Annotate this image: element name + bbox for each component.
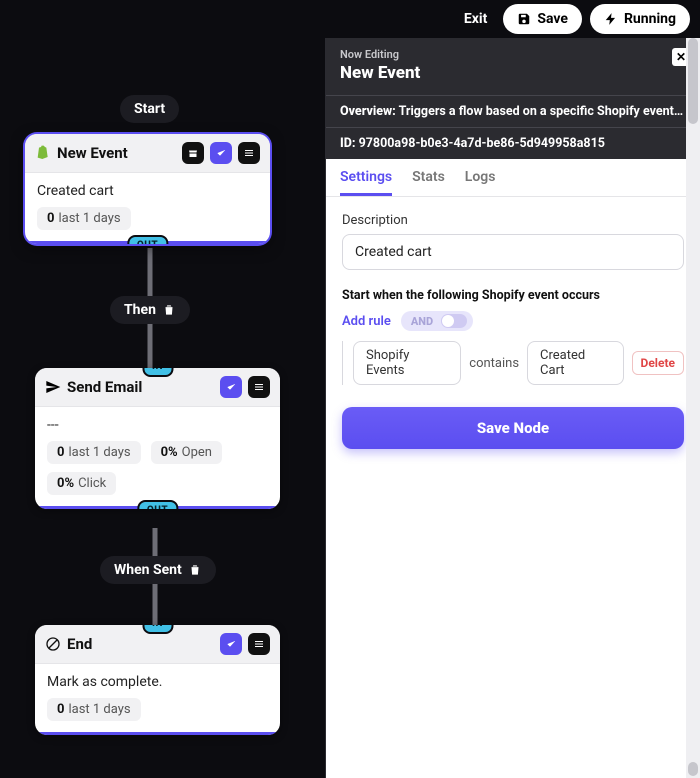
scroll-thumb[interactable] — [688, 38, 698, 124]
scrollbar[interactable] — [686, 38, 700, 778]
node-action-shop-icon[interactable] — [182, 142, 204, 164]
andor-label: AND — [411, 315, 433, 328]
port-out[interactable]: Out — [127, 235, 168, 244]
node-header: New Event — [25, 134, 270, 173]
node-metric: 0%Click — [47, 472, 116, 495]
description-label: Description — [342, 213, 684, 228]
tab-stats[interactable]: Stats — [412, 169, 445, 196]
node-action-menu-icon[interactable] — [248, 376, 270, 398]
node-new-event[interactable]: New Event Created cart 0last 1 days Out — [25, 134, 270, 244]
panel-header: Now Editing New Event ✕ — [326, 38, 700, 95]
node-action-check-icon[interactable] — [220, 633, 242, 655]
rule-field-select[interactable]: Shopify Events — [353, 341, 461, 385]
port-in[interactable]: In — [142, 625, 173, 634]
node-end[interactable]: In End Mark as complete. 0last 1 days — [35, 625, 280, 735]
panel-tabs: Settings Stats Logs — [326, 159, 700, 197]
save-button-label: Save — [537, 11, 568, 27]
panel-subtitle: Now Editing — [340, 48, 686, 61]
node-description: --- — [47, 417, 268, 433]
panel-id-value: 97800a98-b0e3-4a7d-be86-5d949958a815 — [359, 136, 605, 151]
pill-then-label: Then — [124, 302, 156, 318]
rule-operator: contains — [469, 356, 519, 371]
block-icon — [45, 636, 61, 652]
node-action-check-icon[interactable] — [220, 376, 242, 398]
save-icon — [517, 12, 531, 26]
pill-then: Then — [110, 296, 190, 324]
node-title: Send Email — [67, 378, 214, 396]
node-action-menu-icon[interactable] — [248, 633, 270, 655]
description-input[interactable] — [342, 234, 684, 270]
pill-when-sent: When Sent — [100, 556, 216, 584]
trash-icon[interactable] — [162, 303, 176, 317]
bolt-icon — [604, 12, 618, 26]
pill-when-sent-label: When Sent — [114, 562, 182, 578]
pill-start: Start — [120, 95, 179, 123]
trash-icon[interactable] — [188, 563, 202, 577]
rule-delete-button[interactable]: Delete — [632, 351, 684, 375]
node-metric: 0last 1 days — [37, 207, 131, 230]
andor-toggle[interactable]: AND — [401, 311, 473, 331]
flow-canvas[interactable]: Start New Event Created cart — [0, 38, 325, 778]
rule-section-label: Start when the following Shopify event o… — [342, 288, 684, 303]
topbar: Exit Save Running — [0, 0, 700, 38]
toggle-icon — [441, 314, 467, 328]
node-description: Mark as complete. — [47, 674, 268, 690]
panel-overview-row: Overview: Triggers a flow based on a spe… — [326, 95, 700, 127]
running-button[interactable]: Running — [590, 4, 690, 34]
node-body: Created cart 0last 1 days Out — [25, 173, 270, 244]
node-editor-panel: Now Editing New Event ✕ Overview: Trigge… — [325, 38, 700, 778]
rule-row: Shopify Events contains Created Cart Del… — [342, 341, 684, 385]
panel-id-row: ID: 97800a98-b0e3-4a7d-be86-5d949958a815 — [326, 127, 700, 159]
port-out[interactable]: Out — [137, 500, 178, 509]
node-title: End — [67, 635, 214, 653]
node-action-menu-icon[interactable] — [238, 142, 260, 164]
node-body: --- 0last 1 days 0%Open 0%Click Out — [35, 407, 280, 509]
send-icon — [45, 379, 61, 395]
node-metric: 0last 1 days — [47, 441, 141, 464]
running-button-label: Running — [624, 11, 676, 27]
scroll-thumb[interactable] — [688, 762, 698, 776]
rule-value-select[interactable]: Created Cart — [527, 341, 623, 385]
exit-link[interactable]: Exit — [456, 7, 495, 31]
node-body: Mark as complete. 0last 1 days — [35, 664, 280, 735]
port-in[interactable]: In — [142, 368, 173, 377]
panel-body: Description Start when the following Sho… — [326, 197, 700, 465]
add-rule-button[interactable]: Add rule — [342, 314, 391, 329]
shopify-icon — [35, 145, 51, 161]
node-send-email[interactable]: In Send Email --- 0last 1 days 0%Open 0%… — [35, 368, 280, 509]
pill-start-label: Start — [134, 101, 165, 117]
save-node-button[interactable]: Save Node — [342, 407, 684, 449]
tab-logs[interactable]: Logs — [465, 169, 496, 196]
panel-title: New Event — [340, 63, 686, 83]
tab-settings[interactable]: Settings — [340, 169, 392, 196]
save-button[interactable]: Save — [503, 4, 582, 34]
node-description: Created cart — [37, 183, 258, 199]
node-title: New Event — [57, 144, 176, 162]
node-metric: 0%Open — [151, 441, 222, 464]
node-action-check-icon[interactable] — [210, 142, 232, 164]
node-metric: 0last 1 days — [47, 698, 141, 721]
